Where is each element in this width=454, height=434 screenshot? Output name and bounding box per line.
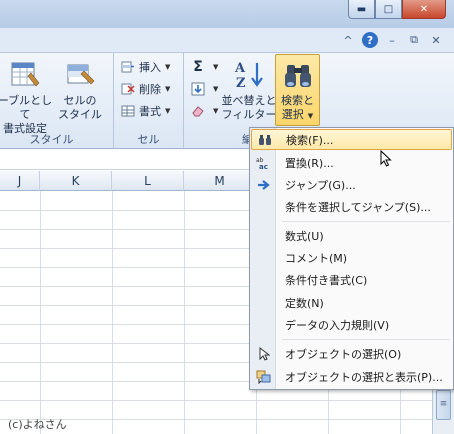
pointer-icon [251,346,277,361]
menu-item-label: オブジェクトの選択と表示(P)... [285,370,443,384]
format-dropdown-icon: ▼ [165,107,171,115]
binoculars-icon [282,59,314,91]
styles-group-label: スタイル [29,133,74,146]
menu-item-find[interactable]: 検索(F)... [251,129,452,150]
fill-dropdown-icon: ▼ [213,85,219,93]
column-header-j[interactable]: J [0,171,40,191]
insert-cells-button[interactable]: 挿入 ▼ [120,57,170,77]
menu-item-formulas[interactable]: 数式(U) [251,225,452,246]
format-as-table-button[interactable]: ーブルとして 書式設定 [0,59,54,136]
sigma-icon: Σ [193,59,203,75]
cell-styles-button[interactable]: セルの スタイル [54,59,106,122]
autosum-dropdown-icon: ▼ [213,63,219,71]
selection-pane-icon [251,370,277,384]
menu-item-conditional-formatting[interactable]: 条件付き書式(C) [251,269,452,290]
cell-styles-label-1: セルの [63,94,97,107]
find-select-label-2: 選択 ▼ [276,108,319,123]
find-select-menu: 検索(F)... ab ac 置換(R)... ジャンプ(G)... 条件を選択し… [249,127,454,390]
replace-icon: ab ac [251,156,277,170]
menu-item-label: 条件を選択してジャンプ(S)... [285,200,431,214]
menu-item-label: ジャンプ(G)... [285,178,356,192]
menu-item-select-objects[interactable]: オブジェクトの選択(O) [251,343,452,364]
cell-styles-icon [64,59,96,91]
scrollbar-thumb[interactable]: ≡ [436,390,451,420]
binoculars-icon [252,134,278,146]
cells-group-label: セル [137,133,160,146]
maximize-window-button[interactable]: □ [375,0,402,19]
column-header-m[interactable]: M [184,171,256,191]
close-window-button[interactable]: ✕ [402,0,446,19]
menu-item-label: コメント(M) [285,251,348,265]
menu-item-comments[interactable]: コメント(M) [251,247,452,268]
format-as-table-label-1: ーブルとして [0,94,53,121]
find-select-label-1: 検索と [281,94,314,107]
menu-separator [282,339,450,340]
menu-item-label: オブジェクトの選択(O) [285,347,402,361]
menu-item-label: 数式(U) [285,229,324,243]
collapse-ribbon-icon[interactable]: ^ [340,32,356,48]
workbook-minimize-icon[interactable]: – [384,32,400,48]
delete-cells-icon [120,81,136,97]
delete-label: 削除 [139,83,161,96]
grid-line [0,400,432,401]
menu-item-label: 置換(R)... [285,156,334,170]
column-header-l[interactable]: L [112,171,184,191]
insert-cells-icon [120,59,136,75]
menu-item-label: 条件付き書式(C) [285,273,368,287]
insert-dropdown-icon: ▼ [165,63,171,71]
minimize-window-button[interactable]: ▬ [348,0,375,19]
grid-line [184,191,185,434]
clear-dropdown-icon: ▼ [213,107,219,115]
svg-text:ac: ac [259,163,268,170]
menu-separator [282,221,450,222]
menu-item-constants[interactable]: 定数(N) [251,292,452,313]
menu-item-label: 検索(F)... [286,133,334,147]
format-cells-icon [120,103,136,119]
fill-icon [190,81,206,97]
sort-filter-label-1: 並べ替えと [221,94,277,107]
cell-styles-label-2: スタイル [58,108,102,121]
find-select-button[interactable]: 検索と 選択 ▼ [275,54,320,126]
arrow-right-icon [251,179,277,190]
svg-text:A: A [234,61,246,76]
help-icon[interactable]: ? [362,32,378,48]
table-format-icon [9,59,41,91]
credit-text: (c)よねさん [8,418,67,431]
menu-item-label: データの入力規則(V) [285,318,390,332]
cells-group: 挿入 ▼ 削除 ▼ 書式 ▼ セル [114,53,184,149]
title-bar: ▬ □ ✕ [0,0,454,28]
menu-item-selection-pane[interactable]: オブジェクトの選択と表示(P)... [251,366,452,387]
eraser-icon [190,103,206,119]
find-select-inner: 検索と 選択 ▼ [276,59,319,123]
format-cells-button[interactable]: 書式 ▼ [120,101,170,121]
window-controls: ▬ □ ✕ [348,0,446,19]
ribbon-tools: ^ ? – ⧉ ✕ [340,32,444,48]
find-select-label-2-text: 選択 [281,108,304,121]
grid-line [112,191,113,434]
menu-item-data-validation[interactable]: データの入力規則(V) [251,314,452,335]
menu-item-goto[interactable]: ジャンプ(G)... [251,174,452,195]
delete-cells-button[interactable]: 削除 ▼ [120,79,170,99]
sort-filter-label-2: フィルター [221,108,277,121]
format-label: 書式 [139,105,161,118]
sort-filter-button[interactable]: A Z 並べ替えと フィルター [220,59,278,122]
styles-group: ーブルとして 書式設定 セルの スタイル スタイル [0,53,114,149]
insert-label: 挿入 [139,61,161,74]
workbook-close-icon[interactable]: ✕ [428,32,444,48]
menu-item-replace[interactable]: ab ac 置換(R)... [251,152,452,173]
menu-item-label: 定数(N) [285,296,324,310]
find-select-dropdown-icon: ▼ [307,112,314,120]
grid-line [40,191,41,434]
autosum-button[interactable]: Σ ▼ [190,57,218,77]
sort-az-icon: A Z [233,59,265,91]
clear-button[interactable]: ▼ [190,101,218,121]
mouse-pointer-icon [380,149,392,171]
column-header-k[interactable]: K [40,171,112,191]
svg-text:Z: Z [236,76,246,91]
delete-dropdown-icon: ▼ [165,85,171,93]
fill-button[interactable]: ▼ [190,79,218,99]
menu-item-goto-special[interactable]: 条件を選択してジャンプ(S)... [251,196,452,217]
workbook-restore-icon[interactable]: ⧉ [406,32,422,48]
